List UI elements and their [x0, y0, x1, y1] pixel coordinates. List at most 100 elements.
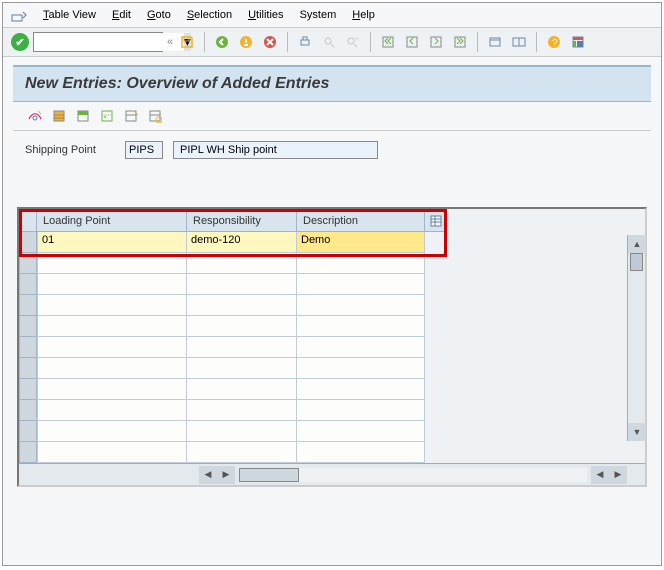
- input-description[interactable]: [301, 381, 420, 393]
- input-responsibility[interactable]: [191, 276, 292, 288]
- deselect-all-button[interactable]: [97, 106, 117, 126]
- cell-loading-point[interactable]: [37, 316, 187, 337]
- cell-loading-point[interactable]: [37, 253, 187, 274]
- enter-icon[interactable]: ✔: [11, 33, 29, 51]
- scroll-up-icon[interactable]: ▲: [628, 235, 646, 253]
- cell-responsibility[interactable]: [187, 442, 297, 463]
- new-session-button[interactable]: [485, 32, 505, 52]
- input-description[interactable]: [301, 318, 420, 330]
- input-responsibility[interactable]: [191, 402, 292, 414]
- cell-responsibility[interactable]: [187, 295, 297, 316]
- next-page-button[interactable]: [426, 32, 446, 52]
- input-responsibility[interactable]: [191, 318, 292, 330]
- cell-loading-point[interactable]: [37, 274, 187, 295]
- row-selector[interactable]: [19, 253, 37, 274]
- cell-responsibility[interactable]: [187, 379, 297, 400]
- scroll-left-icon[interactable]: ◀: [199, 466, 217, 484]
- col-loading-point[interactable]: Loading Point: [37, 209, 187, 232]
- cell-description[interactable]: [297, 379, 425, 400]
- input-responsibility[interactable]: [191, 297, 292, 309]
- layout-button[interactable]: [568, 32, 588, 52]
- exit-button[interactable]: [236, 32, 256, 52]
- cell-loading-point[interactable]: [37, 337, 187, 358]
- input-loading-point[interactable]: [42, 318, 182, 330]
- input-loading-point[interactable]: [42, 423, 182, 435]
- input-description[interactable]: [301, 360, 420, 372]
- cell-responsibility[interactable]: [187, 253, 297, 274]
- find-button[interactable]: [319, 32, 339, 52]
- row-selector[interactable]: [19, 295, 37, 316]
- input-loading-point[interactable]: [42, 339, 182, 351]
- col-responsibility[interactable]: Responsibility: [187, 209, 297, 232]
- gen-session-button[interactable]: [509, 32, 529, 52]
- scroll-down-icon[interactable]: ▼: [628, 423, 646, 441]
- input-loading-point[interactable]: [42, 444, 182, 456]
- cell-description[interactable]: [297, 232, 425, 253]
- cell-description[interactable]: [297, 400, 425, 421]
- scroll-left2-icon[interactable]: ◀: [591, 466, 609, 484]
- cell-description[interactable]: [297, 421, 425, 442]
- cell-loading-point[interactable]: [37, 442, 187, 463]
- table-config-button[interactable]: [425, 209, 447, 232]
- cell-description[interactable]: [297, 253, 425, 274]
- input-responsibility[interactable]: [191, 444, 292, 456]
- find-next-button[interactable]: +: [343, 32, 363, 52]
- cell-responsibility[interactable]: [187, 421, 297, 442]
- select-all-button[interactable]: [49, 106, 69, 126]
- input-responsibility[interactable]: [191, 234, 292, 246]
- cell-responsibility[interactable]: [187, 337, 297, 358]
- vertical-scrollbar[interactable]: ▲ ▼: [627, 235, 645, 441]
- cell-loading-point[interactable]: [37, 400, 187, 421]
- cancel-button[interactable]: [260, 32, 280, 52]
- menu-system[interactable]: System: [294, 7, 343, 23]
- cell-description[interactable]: [297, 337, 425, 358]
- save-button[interactable]: [177, 32, 197, 52]
- row-selector[interactable]: [19, 358, 37, 379]
- help-button[interactable]: ?: [544, 32, 564, 52]
- input-loading-point[interactable]: [42, 360, 182, 372]
- print-button[interactable]: [295, 32, 315, 52]
- input-loading-point[interactable]: [42, 255, 182, 267]
- cell-description[interactable]: [297, 442, 425, 463]
- row-selector[interactable]: [19, 400, 37, 421]
- print-view-button[interactable]: [145, 106, 165, 126]
- row-selector[interactable]: [19, 337, 37, 358]
- menu-goto[interactable]: Goto: [141, 7, 177, 23]
- input-loading-point[interactable]: [42, 276, 182, 288]
- input-description[interactable]: [301, 255, 420, 267]
- menu-edit[interactable]: Edit: [106, 7, 137, 23]
- row-selector[interactable]: [19, 274, 37, 295]
- menu-overflow-icon[interactable]: [11, 8, 27, 22]
- first-page-button[interactable]: [378, 32, 398, 52]
- menu-utilities[interactable]: Utilities: [242, 7, 289, 23]
- menu-table-view[interactable]: Table View: [37, 7, 102, 23]
- config-button[interactable]: [121, 106, 141, 126]
- cell-description[interactable]: [297, 358, 425, 379]
- cell-loading-point[interactable]: [37, 379, 187, 400]
- row-selector[interactable]: [19, 379, 37, 400]
- input-responsibility[interactable]: [191, 423, 292, 435]
- col-description[interactable]: Description: [297, 209, 425, 232]
- command-field[interactable]: ▾: [33, 32, 163, 52]
- row-selector[interactable]: [19, 421, 37, 442]
- input-responsibility[interactable]: [191, 339, 292, 351]
- cell-responsibility[interactable]: [187, 274, 297, 295]
- input-responsibility[interactable]: [191, 360, 292, 372]
- last-page-button[interactable]: [450, 32, 470, 52]
- cell-loading-point[interactable]: [37, 232, 187, 253]
- scroll-right-icon[interactable]: ▶: [217, 466, 235, 484]
- cell-loading-point[interactable]: [37, 295, 187, 316]
- cell-description[interactable]: [297, 274, 425, 295]
- change-display-button[interactable]: [25, 106, 45, 126]
- command-input[interactable]: [34, 33, 184, 51]
- row-selector[interactable]: [19, 232, 37, 253]
- scroll-right2-icon[interactable]: ▶: [609, 466, 627, 484]
- cell-responsibility[interactable]: [187, 316, 297, 337]
- cell-responsibility[interactable]: [187, 358, 297, 379]
- cell-responsibility[interactable]: [187, 400, 297, 421]
- input-responsibility[interactable]: [191, 255, 292, 267]
- cell-description[interactable]: [297, 295, 425, 316]
- input-loading-point[interactable]: [42, 297, 182, 309]
- input-description[interactable]: [301, 339, 420, 351]
- row-selector[interactable]: [19, 442, 37, 463]
